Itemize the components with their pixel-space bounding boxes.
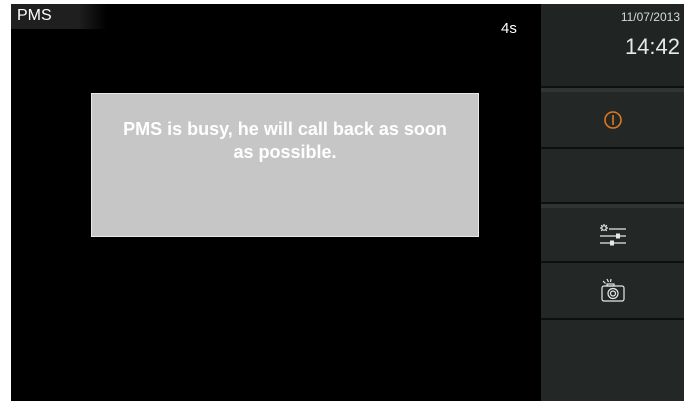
empty-sidebar-button[interactable] xyxy=(541,149,684,204)
camera-button[interactable] xyxy=(541,263,684,320)
caller-tag: PMS xyxy=(11,4,107,29)
power-icon xyxy=(603,110,622,129)
sliders-icon xyxy=(599,223,626,245)
busy-message-dialog: PMS is busy, he will call back as soon a… xyxy=(91,93,479,237)
call-timer: 4s xyxy=(501,20,517,37)
dialog-message: PMS is busy, he will call back as soon a… xyxy=(123,119,447,162)
clock-panel: 11/07/2013 14:42 xyxy=(541,4,684,88)
camera-icon xyxy=(600,278,625,302)
date-display: 11/07/2013 xyxy=(620,10,680,24)
intercom-screen: PMS 4s PMS is busy, he will call back as… xyxy=(11,4,684,401)
sidebar-footer xyxy=(541,320,684,401)
sidebar: 11/07/2013 14:42 xyxy=(541,4,684,401)
time-display: 14:42 xyxy=(624,34,680,59)
settings-button[interactable] xyxy=(541,208,684,263)
caller-name: PMS xyxy=(17,7,52,24)
power-button[interactable] xyxy=(541,92,684,149)
